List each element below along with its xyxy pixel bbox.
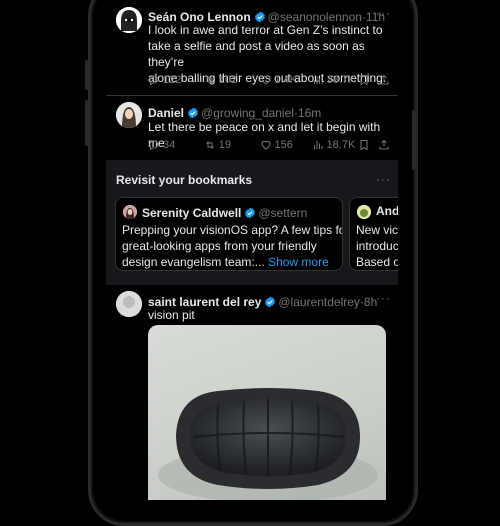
author-handle[interactable]: @settern xyxy=(258,206,307,220)
bookmark-text: New vic introduc Based o xyxy=(356,223,398,269)
bookmark-icon xyxy=(360,140,368,151)
bookmark-card[interactable]: And New vic introduc Based o xyxy=(349,197,398,271)
author-name[interactable]: Daniel xyxy=(148,106,184,120)
like-button[interactable]: 156 xyxy=(260,139,312,151)
reply-icon xyxy=(149,140,159,151)
bookmark-card[interactable]: Serenity Caldwell @settern Prepping your … xyxy=(115,197,343,271)
bookmarks-module: Revisit your bookmarks ··· Serenity Cald… xyxy=(106,160,398,285)
reply-button[interactable]: 34 xyxy=(148,139,204,151)
avatar[interactable] xyxy=(116,102,142,128)
more-options-icon[interactable]: ··· xyxy=(376,6,391,20)
share-icon xyxy=(379,139,389,150)
show-more-link[interactable]: Show more xyxy=(268,255,329,269)
heart-icon xyxy=(260,75,271,85)
avatar[interactable] xyxy=(116,291,142,317)
phone-side-button xyxy=(85,60,88,90)
like-button[interactable]: 1.4K xyxy=(260,74,312,86)
views-button[interactable]: 38.7K xyxy=(312,74,358,86)
repost-icon xyxy=(205,76,214,84)
repost-icon xyxy=(205,141,214,149)
more-options-icon[interactable]: ··· xyxy=(376,172,391,186)
phone-side-button xyxy=(85,100,88,146)
bookmark-button[interactable] xyxy=(358,139,370,151)
views-icon xyxy=(313,141,323,149)
author-handle[interactable]: @laurentdelrey xyxy=(278,295,360,309)
verified-badge-icon xyxy=(245,207,256,219)
phone-side-button xyxy=(412,110,415,170)
bookmark-text: Prepping your visionOS app? A few tips f… xyxy=(122,223,343,269)
share-icon xyxy=(379,74,389,85)
share-button[interactable] xyxy=(378,74,390,86)
reply-icon xyxy=(149,75,159,86)
tweet-actions: 122 102 1.4K 38.7K xyxy=(148,74,390,86)
heart-icon xyxy=(260,140,271,150)
reply-button[interactable]: 122 xyxy=(148,74,204,86)
bookmarks-title: Revisit your bookmarks xyxy=(116,173,253,187)
share-button[interactable] xyxy=(378,139,390,151)
tweet-image[interactable] xyxy=(148,325,386,500)
tweet-actions: 34 19 156 18.7K xyxy=(148,139,390,151)
timestamp[interactable]: ·16m xyxy=(294,106,321,120)
avatar[interactable] xyxy=(357,205,371,219)
timeline: Seán Ono Lennon @seanonolennon·11h ··· I … xyxy=(106,0,398,500)
timestamp[interactable]: ·8h xyxy=(360,295,377,309)
verified-badge-icon xyxy=(188,107,198,119)
verified-badge-icon xyxy=(265,296,276,308)
tweet[interactable]: Seán Ono Lennon @seanonolennon·11h ··· I … xyxy=(106,0,398,96)
tweet-text: vision pit xyxy=(148,308,195,322)
repost-button[interactable]: 19 xyxy=(204,139,260,151)
bookmark-button[interactable] xyxy=(358,74,370,86)
bookmark-icon xyxy=(360,75,368,86)
author-name[interactable]: And xyxy=(376,204,398,218)
avatar[interactable] xyxy=(123,205,137,219)
tweet[interactable]: saint laurent del rey @laurentdelrey·8h ·… xyxy=(106,286,398,500)
more-options-icon[interactable]: ··· xyxy=(376,291,391,305)
author-name[interactable]: Serenity Caldwell xyxy=(142,206,241,220)
views-icon xyxy=(313,76,323,84)
tweet[interactable]: Daniel @growing_daniel·16m Let there be p… xyxy=(106,96,398,159)
avatar[interactable] xyxy=(116,7,142,33)
author-handle[interactable]: @growing_daniel xyxy=(201,106,294,120)
repost-button[interactable]: 102 xyxy=(204,74,260,86)
views-button[interactable]: 18.7K xyxy=(312,139,358,151)
vision-pit-sleep-mask-image xyxy=(158,388,378,500)
